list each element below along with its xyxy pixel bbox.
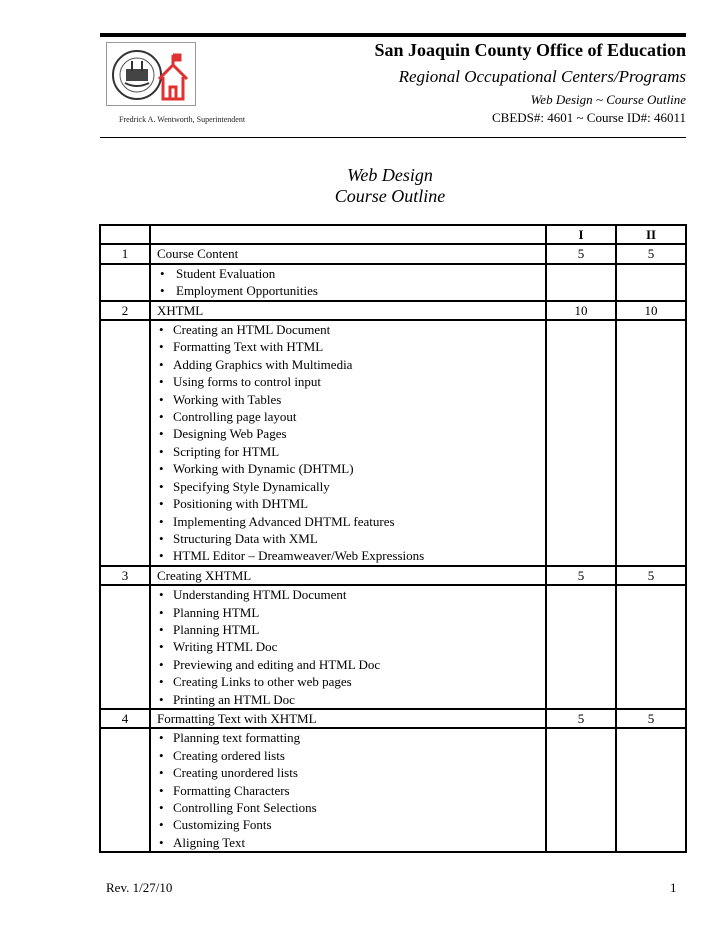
topics-cell: Understanding HTML Document Planning HTM… <box>149 584 547 710</box>
table-header-row: I II <box>99 223 687 246</box>
topic-list: Planning text formatting Creating ordere… <box>157 729 545 851</box>
header-rule-bottom <box>100 137 686 138</box>
header-cell-semester-2: II <box>615 223 687 246</box>
unit-row: 3 Creating XHTML 5 5 <box>99 564 687 587</box>
unit-hours-semester-2: 5 <box>615 707 687 730</box>
empty-cell <box>615 319 687 567</box>
course-codes: CBEDS#: 4601 ~ Course ID#: 46011 <box>492 110 686 125</box>
unit-hours-semester-1: 5 <box>545 707 617 730</box>
topic-item: Writing HTML Doc <box>157 638 545 656</box>
topic-item: Printing an HTML Doc <box>157 691 545 709</box>
unit-topics-row: Creating an HTML Document Formatting Tex… <box>99 319 687 567</box>
topic-item: Designing Web Pages <box>157 425 545 443</box>
unit-row: 4 Formatting Text with XHTML 5 5 <box>99 707 687 730</box>
topic-item: Previewing and editing and HTML Doc <box>157 656 545 674</box>
unit-title: Creating XHTML <box>149 564 547 587</box>
topic-item: Employment Opportunities <box>157 282 545 300</box>
unit-topics-row: Planning text formatting Creating ordere… <box>99 727 687 854</box>
header-cell-semester-1: I <box>545 223 617 246</box>
topic-item: HTML Editor – Dreamweaver/Web Expression… <box>157 547 545 565</box>
course-outline-table: I II 1 Course Content 5 5 Student Evalua… <box>99 223 687 854</box>
unit-title: XHTML <box>149 299 547 322</box>
document-title-line1: Web Design <box>347 165 433 185</box>
logo <box>106 42 196 106</box>
program-name: Regional Occupational Centers/Programs <box>398 67 686 86</box>
topic-item: Aligning Text <box>157 834 545 852</box>
empty-cell <box>99 262 151 302</box>
topics-cell: Creating an HTML Document Formatting Tex… <box>149 319 547 567</box>
unit-topics-row: Understanding HTML Document Planning HTM… <box>99 584 687 710</box>
topics-cell: Student Evaluation Employment Opportunit… <box>149 262 547 302</box>
empty-cell <box>99 727 151 854</box>
topic-item: Specifying Style Dynamically <box>157 478 545 496</box>
empty-cell <box>545 319 617 567</box>
unit-row: 1 Course Content 5 5 <box>99 243 687 265</box>
course-line: Web Design ~ Course Outline <box>530 92 686 107</box>
topic-item: Creating Links to other web pages <box>157 673 545 691</box>
unit-number: 2 <box>99 299 151 322</box>
topic-item: Using forms to control input <box>157 373 545 391</box>
topic-item: Formatting Characters <box>157 782 545 800</box>
unit-number: 1 <box>99 243 151 265</box>
topic-item: Structuring Data with XML <box>157 530 545 548</box>
unit-topics-row: Student Evaluation Employment Opportunit… <box>99 262 687 302</box>
unit-hours-semester-1: 10 <box>545 299 617 322</box>
header-cell-number <box>99 223 151 246</box>
topic-item: Creating ordered lists <box>157 747 545 765</box>
unit-hours-semester-2: 10 <box>615 299 687 322</box>
topic-item: Customizing Fonts <box>157 816 545 834</box>
topic-list: Understanding HTML Document Planning HTM… <box>157 586 545 708</box>
topic-item: Student Evaluation <box>157 265 545 283</box>
topic-item: Formatting Text with HTML <box>157 338 545 356</box>
county-seal-icon <box>112 50 162 100</box>
topic-item: Planning HTML <box>157 604 545 622</box>
topic-item: Working with Dynamic (DHTML) <box>157 460 545 478</box>
topic-item: Adding Graphics with Multimedia <box>157 356 545 374</box>
topic-list: Student Evaluation Employment Opportunit… <box>157 265 545 300</box>
unit-title: Formatting Text with XHTML <box>149 707 547 730</box>
empty-cell <box>615 262 687 302</box>
topic-item: Planning HTML <box>157 621 545 639</box>
unit-hours-semester-1: 5 <box>545 564 617 587</box>
empty-cell <box>99 584 151 710</box>
superintendent-name: Fredrick A. Wentworth, Superintendent <box>119 115 246 124</box>
organization-name: San Joaquin County Office of Education <box>374 40 686 60</box>
topic-item: Positioning with DHTML <box>157 495 545 513</box>
topic-item: Scripting for HTML <box>157 443 545 461</box>
topics-cell: Planning text formatting Creating ordere… <box>149 727 547 854</box>
topic-item: Creating an HTML Document <box>157 321 545 339</box>
empty-cell <box>545 584 617 710</box>
header-rule-top <box>100 33 686 37</box>
topic-list: Creating an HTML Document Formatting Tex… <box>157 321 545 565</box>
topic-item: Controlling page layout <box>157 408 545 426</box>
unit-title: Course Content <box>149 243 547 265</box>
empty-cell <box>99 319 151 567</box>
topic-item: Implementing Advanced DHTML features <box>157 513 545 531</box>
topic-item: Understanding HTML Document <box>157 586 545 604</box>
page-number: 1 <box>670 880 677 895</box>
unit-hours-semester-2: 5 <box>615 564 687 587</box>
unit-hours-semester-1: 5 <box>545 243 617 265</box>
topic-item: Controlling Font Selections <box>157 799 545 817</box>
schoolhouse-icon <box>157 53 189 101</box>
document-title-line2: Course Outline <box>334 186 446 206</box>
header-cell-topic <box>149 223 547 246</box>
revision-date: Rev. 1/27/10 <box>106 880 173 895</box>
empty-cell <box>615 584 687 710</box>
logo-graphic <box>112 50 189 101</box>
unit-number: 4 <box>99 707 151 730</box>
empty-cell <box>615 727 687 854</box>
unit-hours-semester-2: 5 <box>615 243 687 265</box>
topic-item: Planning text formatting <box>157 729 545 747</box>
empty-cell <box>545 262 617 302</box>
topic-item: Creating unordered lists <box>157 764 545 782</box>
empty-cell <box>545 727 617 854</box>
unit-row: 2 XHTML 10 10 <box>99 299 687 322</box>
topic-item: Working with Tables <box>157 391 545 409</box>
unit-number: 3 <box>99 564 151 587</box>
